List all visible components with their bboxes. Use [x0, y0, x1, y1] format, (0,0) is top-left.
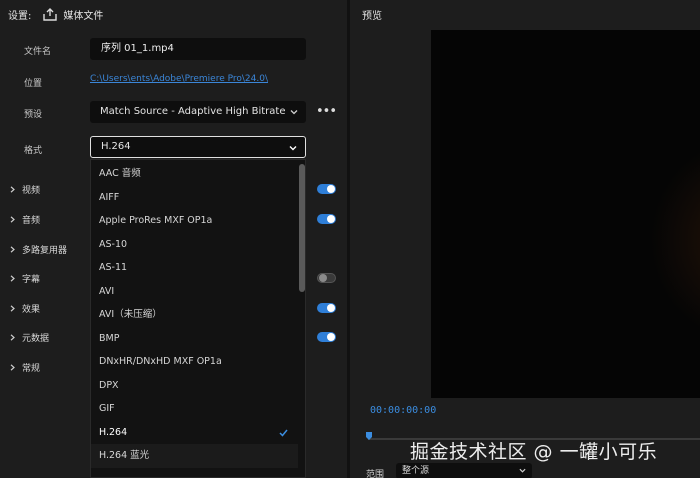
format-option[interactable]: BMP	[91, 327, 298, 351]
format-option[interactable]: H.264	[91, 421, 298, 445]
chevron-right-icon	[10, 245, 15, 253]
range-select[interactable]: 整个源	[396, 463, 532, 478]
format-option-label: BMP	[99, 332, 120, 344]
format-dropdown-list[interactable]: H.264 蓝光 H.264 GIF DPX DNxHR/DNxHD MXF OP1a B…	[90, 159, 306, 478]
export-settings-panel: 设置: 媒体文件 文件名 序列 01_1.mp4 位置 C:\Users\ent…	[0, 0, 347, 478]
timecode-display[interactable]: 00:00:00:00	[370, 405, 436, 416]
more-options-button[interactable]: •••	[316, 104, 337, 119]
format-option[interactable]: Apple ProRes MXF OP1a	[91, 209, 298, 233]
section-label: 效果	[22, 304, 41, 315]
section-label: 视频	[22, 185, 41, 196]
toggle-knob	[327, 185, 335, 193]
section-label: 字幕	[22, 274, 41, 285]
format-option-label: AIFF	[99, 191, 120, 203]
preview-canvas	[431, 30, 700, 398]
preview-title: 预览	[362, 11, 382, 22]
format-option[interactable]: DNxHR/DNxHD MXF OP1a	[91, 350, 298, 374]
toggle-knob	[327, 304, 335, 312]
format-option-label: AS-11	[99, 262, 128, 273]
filename-input[interactable]: 序列 01_1.mp4	[90, 38, 306, 60]
format-option[interactable]: AVI（未压缩）	[91, 303, 298, 327]
format-option[interactable]: AVI	[91, 280, 298, 304]
range-value: 整个源	[402, 466, 430, 476]
dropdown-scrollbar[interactable]	[299, 164, 305, 292]
format-option[interactable]: H.264 蓝光	[91, 444, 298, 468]
chevron-right-icon	[10, 215, 15, 223]
format-option[interactable]: GIF	[91, 397, 298, 421]
format-option[interactable]: DPX	[91, 374, 298, 398]
format-option-label: DPX	[99, 379, 119, 391]
section-label: 多路复用器	[22, 245, 68, 256]
section-label: 常规	[22, 363, 41, 374]
watermark-text: 掘金技术社区 @ 一罐小可乐	[410, 441, 658, 463]
toggle-knob	[319, 274, 327, 282]
format-option-label: Apple ProRes MXF OP1a	[99, 215, 213, 226]
range-label: 范围	[366, 470, 385, 478]
toggle-knob	[327, 215, 335, 223]
chevron-down-icon	[290, 110, 298, 115]
chevron-right-icon	[10, 274, 15, 282]
chevron-right-icon	[10, 333, 15, 341]
chevron-right-icon	[10, 185, 15, 193]
format-option-label: AAC 音频	[99, 168, 141, 179]
section-toggle[interactable]	[317, 273, 336, 283]
format-option-label: AVI	[99, 285, 115, 297]
section-label: 元数据	[22, 333, 50, 344]
chevron-right-icon	[10, 304, 15, 312]
format-option[interactable]: AS-10	[91, 233, 298, 257]
chevron-down-icon	[519, 468, 526, 473]
format-value: H.264	[101, 141, 131, 152]
preset-value: Match Source - Adaptive High Bitrate	[100, 106, 286, 117]
format-select[interactable]: H.264	[90, 136, 306, 158]
location-link[interactable]: C:\Users\ents\Adobe\Premiere Pro\24.0\	[90, 74, 268, 84]
media-file-label: 媒体文件	[63, 10, 104, 22]
format-option-label: DNxHR/DNxHD MXF OP1a	[99, 356, 222, 367]
section-label: 音频	[22, 215, 41, 226]
filename-label: 文件名	[24, 47, 52, 57]
section-toggle[interactable]	[317, 332, 336, 342]
format-option[interactable]: AIFF	[91, 186, 298, 210]
toggle-knob	[327, 333, 335, 341]
section-toggle[interactable]	[317, 303, 336, 313]
section-toggle[interactable]	[317, 214, 336, 224]
preset-label: 预设	[24, 110, 43, 120]
format-option-label: AVI（未压缩）	[99, 309, 162, 320]
format-option-label: GIF	[99, 403, 115, 414]
export-icon	[43, 7, 58, 21]
preset-select[interactable]: Match Source - Adaptive High Bitrate	[90, 101, 306, 123]
format-option-label: H.264 蓝光	[99, 450, 150, 461]
preview-panel: 预览 00:00:00:00 范围 整个源	[350, 0, 700, 478]
settings-label: 设置:	[8, 10, 32, 22]
playhead-icon[interactable]	[366, 432, 372, 440]
format-option-label: H.264	[99, 426, 128, 438]
settings-header: 设置: 媒体文件	[8, 6, 103, 22]
location-label: 位置	[24, 79, 43, 89]
preview-frame-edge	[650, 140, 700, 340]
format-option[interactable]: AAC 音频	[91, 162, 298, 186]
section-toggle[interactable]	[317, 184, 336, 194]
chevron-down-icon	[289, 146, 297, 151]
format-option[interactable]: AS-11	[91, 256, 298, 280]
checkmark-icon	[279, 429, 288, 437]
format-option-label: AS-10	[99, 238, 128, 250]
chevron-right-icon	[10, 363, 15, 371]
format-label: 格式	[24, 146, 43, 156]
